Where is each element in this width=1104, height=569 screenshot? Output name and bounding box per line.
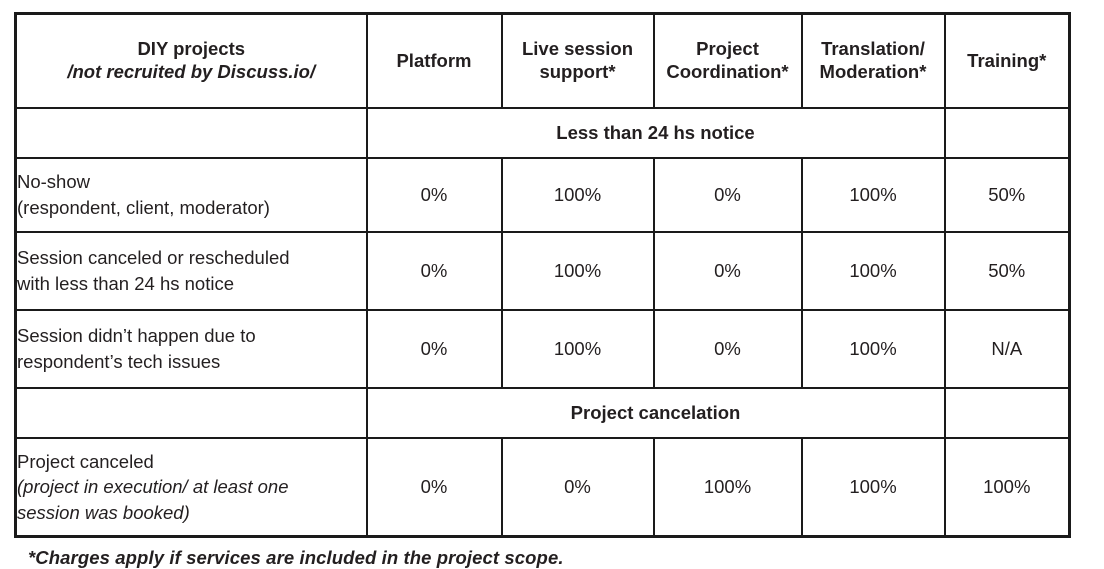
section-band-tail-cell-1 <box>943 107 1071 159</box>
header-cell-project-coordination: Project Coordination* <box>652 12 803 109</box>
row-label-line3: session was booked) <box>17 501 190 523</box>
cell-project-canceled-platform: 0% <box>365 437 503 538</box>
cell-no-show-platform: 0% <box>365 157 503 233</box>
cell-tech-issues-translation-moderation: 100% <box>800 309 946 389</box>
header-translation-moderation-line2: Moderation* <box>819 61 927 82</box>
cell-session-canceled-project-coordination: 0% <box>652 231 803 311</box>
header-platform-label: Platform <box>396 49 472 71</box>
cell-project-canceled-training: 100% <box>943 437 1071 538</box>
cancellation-fee-table: DIY projects /not recruited by Discuss.i… <box>14 12 1071 538</box>
header-cell-translation-moderation: Translation/ Moderation* <box>800 12 946 109</box>
row-label-line1: No-show <box>17 171 90 193</box>
cell-project-canceled-project-coordination: 100% <box>652 437 803 538</box>
header-diy-projects-title: DIY projects <box>137 38 246 60</box>
row-label-line2: with less than 24 hs notice <box>17 273 234 294</box>
cell-no-show-training: 50% <box>943 157 1071 233</box>
header-cell-live-session-support: Live session support* <box>500 12 655 109</box>
section-band-blank-cell-1 <box>14 107 368 159</box>
section-title-less-than-24hs: Less than 24 hs notice <box>365 107 946 159</box>
section-band-row-project-cancelation: Project cancelation <box>14 387 1071 439</box>
section-title-project-cancelation: Project cancelation <box>365 387 946 439</box>
row-label-line2: (respondent, client, moderator) <box>17 197 270 218</box>
header-diy-projects-subtitle: /not recruited by Discuss.io/ <box>67 61 316 82</box>
row-label-line1: Session didn’t happen due to <box>17 325 256 347</box>
row-label-line1: Project canceled <box>17 450 154 472</box>
table-header-row: DIY projects /not recruited by Discuss.i… <box>14 12 1071 109</box>
cell-project-canceled-translation-moderation: 100% <box>800 437 946 538</box>
cell-no-show-live-session-support: 100% <box>500 157 655 233</box>
cell-tech-issues-training: N/A <box>943 309 1071 389</box>
cell-project-canceled-live-session-support: 0% <box>500 437 655 538</box>
header-live-session-support-line2: support* <box>539 61 616 82</box>
table-row: Session canceled or rescheduled with les… <box>14 231 1071 311</box>
header-live-session-support-line1: Live session <box>521 38 634 60</box>
cell-tech-issues-live-session-support: 100% <box>500 309 655 389</box>
cell-session-canceled-live-session-support: 100% <box>500 231 655 311</box>
cell-tech-issues-platform: 0% <box>365 309 503 389</box>
document-page: DIY projects /not recruited by Discuss.i… <box>0 0 1104 568</box>
header-translation-moderation-line1: Translation/ <box>821 38 925 60</box>
table-row: Session didn’t happen due to respondent’… <box>14 309 1071 389</box>
cell-tech-issues-project-coordination: 0% <box>652 309 803 389</box>
cell-session-canceled-training: 50% <box>943 231 1071 311</box>
row-label-line2: (project in execution/ at least one <box>17 476 289 498</box>
header-training-label: Training* <box>967 49 1047 71</box>
header-cell-platform: Platform <box>365 12 503 109</box>
cell-session-canceled-translation-moderation: 100% <box>800 231 946 311</box>
row-label-line1: Session canceled or rescheduled <box>17 247 290 269</box>
section-band-blank-cell-2 <box>14 387 368 439</box>
row-label-line2: respondent’s tech issues <box>17 351 221 372</box>
cell-no-show-translation-moderation: 100% <box>800 157 946 233</box>
table-row: Project canceled (project in execution/ … <box>14 437 1071 538</box>
table-row: No-show (respondent, client, moderator) … <box>14 157 1071 233</box>
row-label-session-canceled-rescheduled: Session canceled or rescheduled with les… <box>14 231 368 311</box>
header-project-coordination-line1: Project <box>696 38 759 60</box>
header-cell-training: Training* <box>943 12 1071 109</box>
row-label-project-canceled: Project canceled (project in execution/ … <box>14 437 368 538</box>
cell-session-canceled-platform: 0% <box>365 231 503 311</box>
row-label-no-show: No-show (respondent, client, moderator) <box>14 157 368 233</box>
header-project-coordination-line2: Coordination* <box>666 61 789 82</box>
header-cell-diy-projects: DIY projects /not recruited by Discuss.i… <box>14 12 368 109</box>
cell-no-show-project-coordination: 0% <box>652 157 803 233</box>
row-label-session-tech-issues: Session didn’t happen due to respondent’… <box>14 309 368 389</box>
section-band-row-less-than-24hs: Less than 24 hs notice <box>14 107 1071 159</box>
section-band-tail-cell-2 <box>943 387 1071 439</box>
